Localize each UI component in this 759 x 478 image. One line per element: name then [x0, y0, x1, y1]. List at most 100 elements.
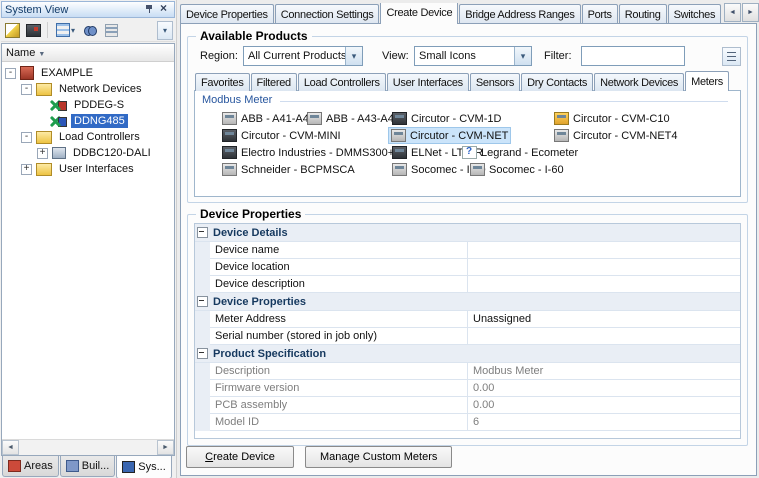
property-value[interactable]: Unassigned — [468, 311, 740, 328]
tab-scroll-buttons — [721, 3, 759, 22]
collapse-icon[interactable] — [21, 82, 32, 95]
product-item[interactable]: Circutor - CVM-1D — [389, 111, 504, 126]
meter-icon — [392, 163, 407, 176]
property-name: PCB assembly — [210, 397, 468, 414]
tab-bridge-address-ranges[interactable]: Bridge Address Ranges — [459, 4, 581, 24]
grid-margin — [195, 259, 210, 276]
list-icon — [727, 52, 736, 61]
tab-filtered[interactable]: Filtered — [250, 73, 297, 91]
tab-device-properties[interactable]: Device Properties — [180, 4, 274, 24]
tab-label: Favorites — [201, 76, 244, 89]
property-row-device-location[interactable]: Device location — [195, 259, 740, 276]
pin-icon[interactable] — [143, 3, 156, 16]
collapse-icon[interactable] — [197, 296, 208, 307]
category-device-properties[interactable]: Device Properties — [195, 293, 740, 311]
property-row-device-description[interactable]: Device description — [195, 276, 740, 293]
tree-item-load-controllers[interactable]: Load Controllers — [2, 129, 174, 145]
manage-custom-meters-button[interactable]: Manage Custom Meters — [305, 446, 453, 468]
expand-icon[interactable] — [21, 162, 32, 175]
create-device-button[interactable]: Create Device — [186, 446, 294, 468]
collapse-icon[interactable] — [21, 130, 32, 143]
property-row-meter-address[interactable]: Meter Address Unassigned — [195, 311, 740, 328]
tree-item-ddbc120-dali[interactable]: DDBC120-DALI — [2, 145, 174, 161]
grid-margin — [195, 414, 210, 431]
chevron-down-icon[interactable] — [514, 47, 531, 65]
product-item[interactable]: Schneider - BCPMSCA — [219, 162, 358, 177]
tab-network-devices[interactable]: Network Devices — [594, 73, 685, 91]
filter-icon — [105, 23, 118, 37]
tab-ports[interactable]: Ports — [581, 4, 618, 24]
tab-favorites[interactable]: Favorites — [195, 73, 250, 91]
tree-item-label: User Interfaces — [59, 163, 134, 175]
collapse-icon[interactable] — [197, 348, 208, 359]
tree-horizontal-scrollbar[interactable] — [2, 439, 174, 455]
view-options-button[interactable] — [52, 21, 79, 40]
tab-switches[interactable]: Switches — [667, 4, 722, 24]
property-value[interactable] — [468, 242, 740, 259]
products-menu-button[interactable] — [722, 47, 741, 66]
tab-user-interfaces[interactable]: User Interfaces — [386, 73, 469, 91]
close-icon[interactable] — [158, 1, 171, 16]
toolbar-overflow-button[interactable] — [157, 20, 173, 40]
property-value[interactable] — [468, 276, 740, 293]
edit-button[interactable] — [3, 21, 22, 40]
tab-create-device[interactable]: Create Device — [380, 3, 459, 24]
meter-icon — [391, 129, 406, 142]
filter-input[interactable] — [581, 46, 685, 66]
meter-icon — [554, 129, 569, 142]
product-item[interactable]: Circutor - CVM-MINI — [219, 128, 344, 143]
product-item[interactable]: Circutor - CVM-NET4 — [551, 128, 681, 143]
tab-areas[interactable]: Areas — [2, 456, 59, 477]
category-device-details[interactable]: Device Details — [195, 224, 740, 242]
filter-button[interactable] — [102, 21, 121, 40]
property-row-device-name[interactable]: Device name — [195, 242, 740, 259]
name-column-header[interactable]: Name — [2, 44, 174, 62]
chevron-down-icon[interactable] — [345, 47, 362, 65]
grid-view-icon — [55, 23, 70, 37]
tree-item-example[interactable]: EXAMPLE — [2, 65, 174, 81]
find-button[interactable] — [81, 21, 100, 40]
tab-buildings[interactable]: Buil... — [59, 456, 116, 477]
panel-titlebar[interactable]: System View — [1, 1, 175, 18]
view-select[interactable]: Small Icons — [414, 46, 532, 66]
tab-dry-contacts[interactable]: Dry Contacts — [521, 73, 594, 91]
property-value[interactable] — [468, 328, 740, 345]
main-area: Device Properties Connection Settings Cr… — [178, 0, 759, 478]
product-item[interactable]: Circutor - CVM-C10 — [551, 111, 673, 126]
tab-routing[interactable]: Routing — [618, 4, 667, 24]
category-product-specification[interactable]: Product Specification — [195, 345, 740, 363]
tab-connection-settings[interactable]: Connection Settings — [274, 4, 380, 24]
tree-item-user-interfaces[interactable]: User Interfaces — [2, 161, 174, 177]
system-icon — [122, 461, 136, 473]
group-divider — [280, 101, 728, 102]
product-item-selected[interactable]: Circutor - CVM-NET — [388, 127, 512, 144]
add-device-button[interactable] — [24, 21, 43, 40]
category-label: Device Details — [213, 226, 288, 239]
property-row-serial-number[interactable]: Serial number (stored in job only) — [195, 328, 740, 345]
tree-item-pddeg-s[interactable]: PDDEG-S — [2, 97, 174, 113]
product-item[interactable]: Legrand - Ecometer — [459, 145, 581, 160]
tab-sensors[interactable]: Sensors — [469, 73, 521, 91]
tree-item-ddng485[interactable]: DDNG485 — [2, 113, 174, 129]
scroll-left-icon[interactable] — [2, 440, 19, 455]
property-value[interactable] — [468, 259, 740, 276]
product-label: Legrand - Ecometer — [481, 146, 579, 159]
tab-label: Switches — [673, 8, 716, 21]
product-item[interactable]: Socomec - I-60 — [467, 162, 567, 177]
collapse-icon[interactable] — [197, 227, 208, 238]
expand-icon[interactable] — [37, 146, 48, 159]
tab-scroll-left-icon[interactable] — [724, 3, 741, 22]
product-item[interactable]: Electro Industries - DMMS300+ — [219, 145, 397, 160]
load-controllers-folder-icon — [36, 130, 52, 144]
areas-icon — [8, 460, 21, 472]
tree-item-network-devices[interactable]: Network Devices — [2, 81, 174, 97]
tab-system[interactable]: Sys... — [116, 456, 172, 478]
tab-load-controllers[interactable]: Load Controllers — [297, 73, 386, 91]
tab-scroll-right-icon[interactable] — [742, 3, 759, 22]
network-devices-folder-icon — [36, 82, 52, 96]
tab-meters[interactable]: Meters — [685, 71, 729, 91]
region-select[interactable]: All Current Products — [243, 46, 363, 66]
scroll-right-icon[interactable] — [157, 440, 174, 455]
collapse-icon[interactable] — [5, 66, 16, 79]
product-label: Circutor - CVM-1D — [411, 112, 502, 125]
